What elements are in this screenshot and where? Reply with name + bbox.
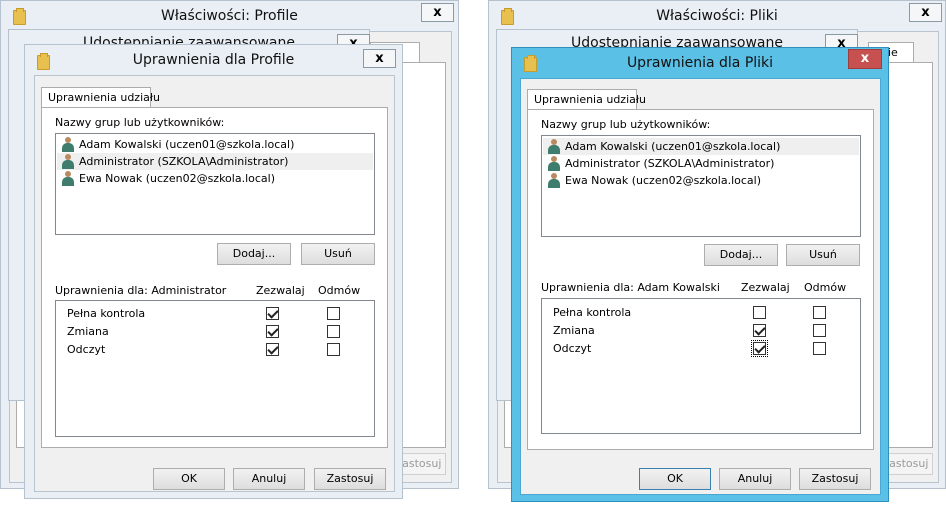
allow-checkbox[interactable] bbox=[751, 340, 768, 357]
close-button[interactable]: x bbox=[909, 3, 942, 22]
list-item[interactable]: Ewa Nowak (uczen02@szkola.local) bbox=[57, 170, 373, 187]
permissions-for-label: Uprawnienia dla: Administrator bbox=[55, 284, 227, 297]
allow-header: Zezwalaj bbox=[741, 281, 790, 294]
permission-name: Odczyt bbox=[553, 342, 592, 355]
apply-button[interactable]: Zastosuj bbox=[314, 468, 386, 490]
groups-label: Nazwy grup lub użytkowników: bbox=[541, 118, 711, 131]
window-title: Uprawnienia dla Pliki bbox=[626, 55, 774, 71]
tab-panel: Nazwy grup lub użytkowników: Adam Kowals… bbox=[527, 109, 874, 450]
permissions-for-label: Uprawnienia dla: Adam Kowalski bbox=[541, 281, 720, 294]
window-title: Właściwości: Profile bbox=[161, 8, 298, 24]
user-icon bbox=[61, 137, 75, 152]
user-icon bbox=[61, 171, 75, 186]
allow-checkbox[interactable] bbox=[266, 325, 279, 338]
groups-label: Nazwy grup lub użytkowników: bbox=[55, 116, 225, 129]
user-name: Administrator (SZKOLA\Administrator) bbox=[565, 157, 775, 170]
permission-name: Pełna kontrola bbox=[67, 307, 146, 320]
close-button[interactable]: x bbox=[421, 3, 454, 22]
deny-checkbox[interactable] bbox=[813, 342, 826, 355]
deny-checkbox[interactable] bbox=[327, 307, 340, 320]
apply-button[interactable]: Zastosuj bbox=[799, 468, 871, 490]
permissions-client: Uprawnienia udziału Nazwy grup lub użytk… bbox=[34, 75, 395, 492]
user-name: Ewa Nowak (uczen02@szkola.local) bbox=[565, 174, 761, 187]
allow-checkbox[interactable] bbox=[753, 306, 766, 319]
deny-checkbox[interactable] bbox=[813, 324, 826, 337]
window-title: Uprawnienia dla Profile bbox=[132, 52, 295, 68]
list-item[interactable]: Administrator (SZKOLA\Administrator) bbox=[543, 155, 859, 172]
user-name: Adam Kowalski (uczen01@szkola.local) bbox=[79, 138, 295, 151]
permission-name: Odczyt bbox=[67, 343, 106, 356]
permission-name: Pełna kontrola bbox=[553, 306, 632, 319]
remove-button[interactable]: Usuń bbox=[301, 243, 375, 265]
list-item[interactable]: Adam Kowalski (uczen01@szkola.local) bbox=[543, 138, 859, 155]
user-icon bbox=[547, 139, 561, 154]
add-button[interactable]: Dodaj... bbox=[217, 243, 291, 265]
list-item[interactable]: Administrator (SZKOLA\Administrator) bbox=[57, 153, 373, 170]
user-icon bbox=[547, 173, 561, 188]
permissions-list: Pełna kontrola Zmiana Odczyt bbox=[55, 300, 375, 437]
allow-checkbox[interactable] bbox=[266, 343, 279, 356]
deny-checkbox[interactable] bbox=[327, 325, 340, 338]
user-name: Administrator (SZKOLA\Administrator) bbox=[79, 155, 289, 168]
deny-header: Odmów bbox=[318, 284, 361, 297]
deny-header: Odmów bbox=[804, 281, 847, 294]
list-item[interactable]: Ewa Nowak (uczen02@szkola.local) bbox=[543, 172, 859, 189]
deny-checkbox[interactable] bbox=[327, 343, 340, 356]
ok-button[interactable]: OK bbox=[153, 468, 225, 490]
user-name: Adam Kowalski (uczen01@szkola.local) bbox=[565, 140, 781, 153]
tab-share-permissions[interactable]: Uprawnienia udziału bbox=[527, 89, 646, 110]
cancel-button[interactable]: Anuluj bbox=[719, 468, 791, 490]
cancel-button[interactable]: Anuluj bbox=[233, 468, 305, 490]
window-title: Właściwości: Pliki bbox=[656, 8, 778, 24]
permissions-window-left: Uprawnienia dla Profile x Uprawnienia ud… bbox=[24, 44, 403, 499]
tab-panel: Nazwy grup lub użytkowników: Adam Kowals… bbox=[41, 107, 388, 448]
allow-checkbox[interactable] bbox=[266, 307, 279, 320]
ok-button[interactable]: OK bbox=[639, 468, 711, 490]
close-button[interactable]: x bbox=[363, 49, 396, 68]
close-button[interactable]: x bbox=[848, 49, 882, 69]
user-name: Ewa Nowak (uczen02@szkola.local) bbox=[79, 172, 275, 185]
list-item[interactable]: Adam Kowalski (uczen01@szkola.local) bbox=[57, 136, 373, 153]
user-icon bbox=[547, 156, 561, 171]
add-button[interactable]: Dodaj... bbox=[704, 244, 778, 266]
users-listbox[interactable]: Adam Kowalski (uczen01@szkola.local) Adm… bbox=[55, 133, 375, 235]
permissions-window-right: Uprawnienia dla Pliki x Uprawnienia udzi… bbox=[511, 47, 889, 502]
allow-checkbox[interactable] bbox=[753, 324, 766, 337]
allow-header: Zezwalaj bbox=[256, 284, 305, 297]
permission-name: Zmiana bbox=[67, 325, 109, 338]
permission-name: Zmiana bbox=[553, 324, 595, 337]
tab-share-permissions[interactable]: Uprawnienia udziału bbox=[41, 87, 160, 108]
permissions-list: Pełna kontrola Zmiana Odczyt bbox=[541, 298, 861, 434]
users-listbox[interactable]: Adam Kowalski (uczen01@szkola.local) Adm… bbox=[541, 135, 861, 237]
permissions-client: Uprawnienia udziału Nazwy grup lub użytk… bbox=[520, 78, 881, 495]
remove-button[interactable]: Usuń bbox=[786, 244, 860, 266]
user-icon bbox=[61, 154, 75, 169]
deny-checkbox[interactable] bbox=[813, 306, 826, 319]
